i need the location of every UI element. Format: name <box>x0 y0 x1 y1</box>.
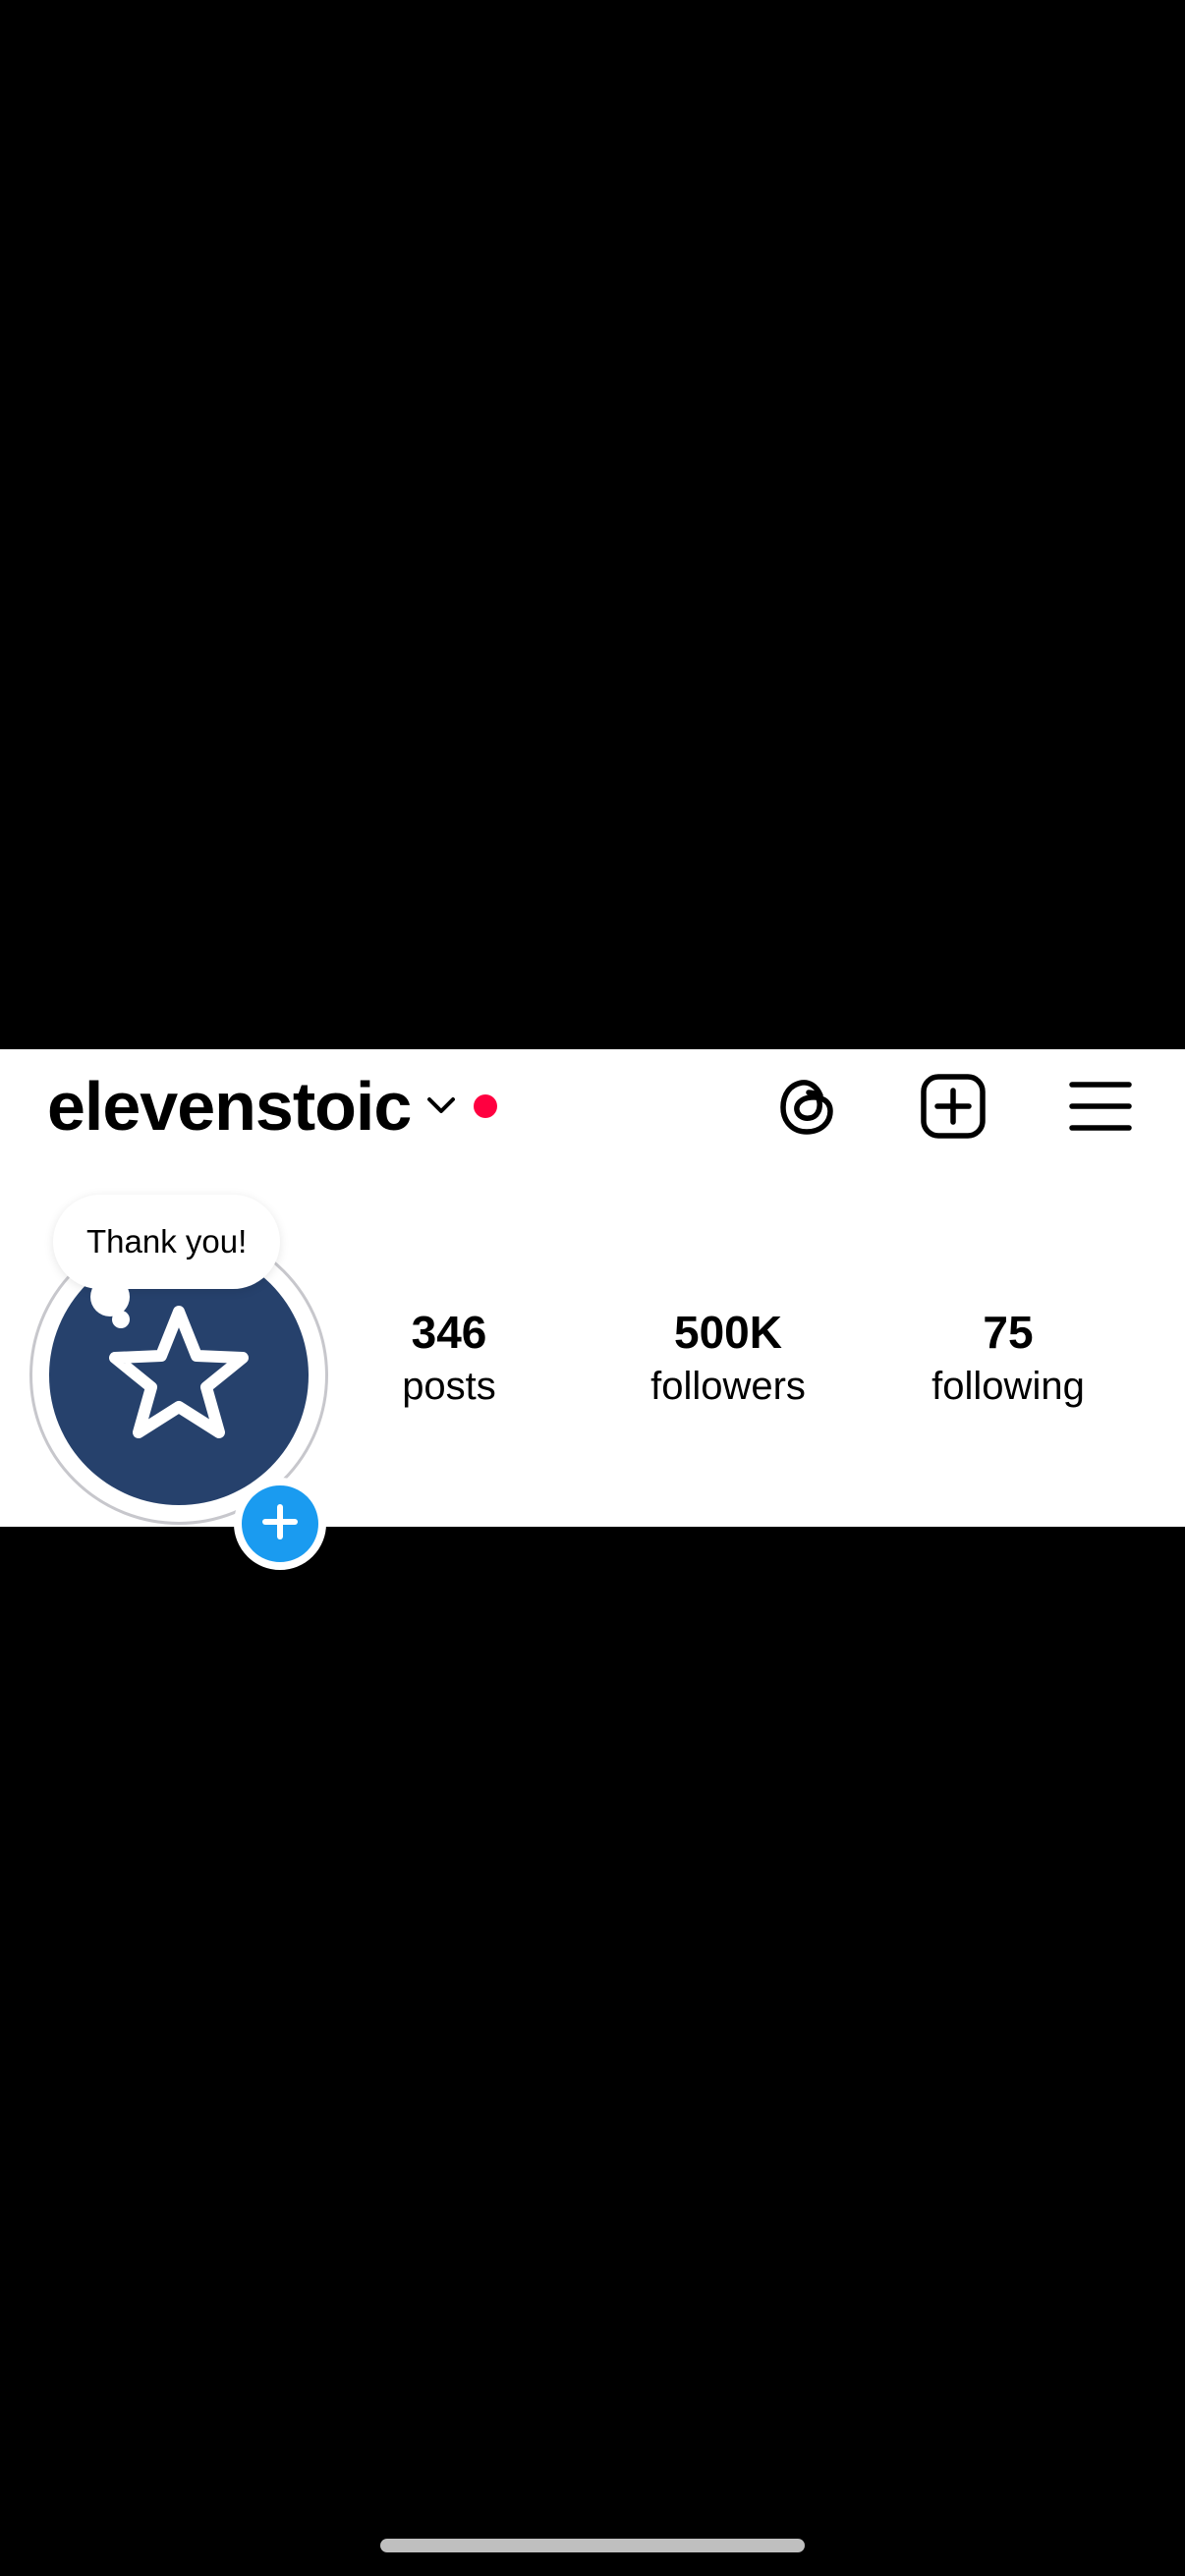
profile-header: elevenstoic <box>0 1049 1185 1165</box>
posts-label: posts <box>402 1365 496 1408</box>
following-label: following <box>931 1365 1085 1408</box>
plus-icon <box>260 1502 300 1546</box>
followers-label: followers <box>650 1365 806 1408</box>
account-switcher-button[interactable]: elevenstoic <box>47 1067 498 1146</box>
hamburger-menu-icon <box>1068 1079 1133 1139</box>
create-post-button[interactable] <box>916 1071 990 1146</box>
threads-icon <box>775 1072 840 1146</box>
note-bubble-tail-small <box>112 1311 130 1328</box>
following-count: 75 <box>983 1307 1034 1358</box>
note-text: Thank you! <box>86 1223 248 1260</box>
chevron-down-icon <box>424 1090 458 1123</box>
add-story-button[interactable] <box>234 1478 326 1570</box>
threads-button[interactable] <box>770 1071 845 1146</box>
profile-panel: elevenstoic Thank you! 346 posts 500K fo… <box>0 1049 1185 1570</box>
posts-stat[interactable]: 346 posts <box>331 1305 567 1413</box>
following-stat[interactable]: 75 following <box>890 1305 1126 1413</box>
create-post-icon <box>919 1072 988 1146</box>
username: elevenstoic <box>47 1068 412 1145</box>
followers-count: 500K <box>674 1307 782 1358</box>
note-bubble[interactable]: Thank you! <box>53 1195 281 1289</box>
home-indicator[interactable] <box>380 2539 805 2552</box>
menu-button[interactable] <box>1063 1071 1138 1146</box>
notification-dot <box>474 1094 498 1118</box>
posts-count: 346 <box>411 1307 487 1358</box>
followers-stat[interactable]: 500K followers <box>610 1305 846 1413</box>
